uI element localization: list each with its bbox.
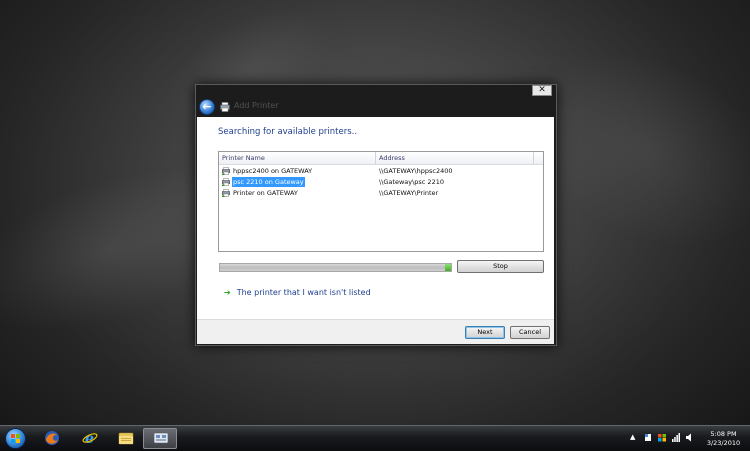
list-header: Printer Name Address <box>219 152 543 165</box>
progress-fill <box>220 264 451 271</box>
close-button[interactable]: ✕ <box>532 85 552 96</box>
dialog-content: Searching for available printers.. Print… <box>197 117 554 319</box>
taskbar-internet-explorer[interactable]: e <box>73 428 107 449</box>
taskbar-firefox[interactable] <box>35 428 69 449</box>
devices-printers-icon <box>153 432 169 444</box>
show-hidden-icons-icon[interactable]: ▲ <box>630 433 638 442</box>
folder-icon <box>118 432 134 445</box>
window-title: Add Printer <box>234 101 279 110</box>
printer-address: \\GATEWAY\Printer <box>379 189 439 197</box>
internet-explorer-icon: e <box>82 431 98 446</box>
taskbar-clock[interactable]: 5:08 PM 3/23/2010 <box>701 430 746 448</box>
next-button[interactable]: Next <box>465 326 505 339</box>
add-printer-dialog: ← Add Printer ✕ Searching for available … <box>195 84 557 346</box>
network-printer-icon <box>222 167 230 175</box>
printer-icon <box>220 102 230 112</box>
printer-row[interactable]: hppsc2400 on GATEWAY \\GATEWAY\hppsc2400 <box>219 166 543 176</box>
column-header-address[interactable]: Address <box>379 154 405 162</box>
taskbar-devices-printers[interactable] <box>143 428 177 449</box>
stop-button[interactable]: Stop <box>457 260 544 273</box>
clock-time: 5:08 PM <box>710 430 737 438</box>
printer-name: Printer on GATEWAY <box>233 189 298 197</box>
column-header-printer-name[interactable]: Printer Name <box>222 154 265 162</box>
printer-address: \\Gateway\psc 2210 <box>379 178 444 186</box>
title-bar: ← Add Printer ✕ <box>196 85 556 117</box>
printer-list[interactable]: Printer Name Address hppsc2400 on GATEWA… <box>218 151 544 252</box>
network-icon[interactable] <box>658 433 666 442</box>
action-center-icon[interactable] <box>644 433 652 442</box>
printer-row[interactable]: psc 2210 on Gateway \\Gateway\psc 2210 <box>219 177 543 187</box>
green-arrow-icon: ➔ <box>224 288 231 297</box>
volume-icon[interactable] <box>686 433 694 442</box>
network-printer-icon <box>222 178 230 186</box>
progress-tip <box>445 264 451 271</box>
printer-not-listed-link[interactable]: ➔ The printer that I want isn't listed <box>224 288 371 297</box>
network-printer-icon <box>222 189 230 197</box>
printer-name: psc 2210 on Gateway <box>232 177 305 187</box>
taskbar-explorer[interactable] <box>109 428 143 449</box>
dialog-footer: Next Cancel <box>197 319 554 344</box>
windows-logo-icon <box>11 434 20 443</box>
firefox-icon <box>45 431 59 445</box>
printer-not-listed-label: The printer that I want isn't listed <box>236 288 371 297</box>
printer-name: hppsc2400 on GATEWAY <box>233 167 313 175</box>
start-button[interactable] <box>5 428 26 449</box>
clock-date: 3/23/2010 <box>706 439 741 447</box>
page-heading: Searching for available printers.. <box>218 127 358 137</box>
search-progress-bar <box>219 263 452 272</box>
printer-row[interactable]: Printer on GATEWAY \\GATEWAY\Printer <box>219 188 543 198</box>
printer-address: \\GATEWAY\hppsc2400 <box>379 167 453 175</box>
taskbar: e ▲ 5:08 PM 3/23/2010 <box>0 425 750 451</box>
svg-text:e: e <box>85 431 94 446</box>
signal-icon[interactable] <box>672 433 680 442</box>
cancel-button[interactable]: Cancel <box>510 326 550 339</box>
close-icon: ✕ <box>538 85 546 95</box>
back-arrow-icon[interactable]: ← <box>199 99 215 115</box>
